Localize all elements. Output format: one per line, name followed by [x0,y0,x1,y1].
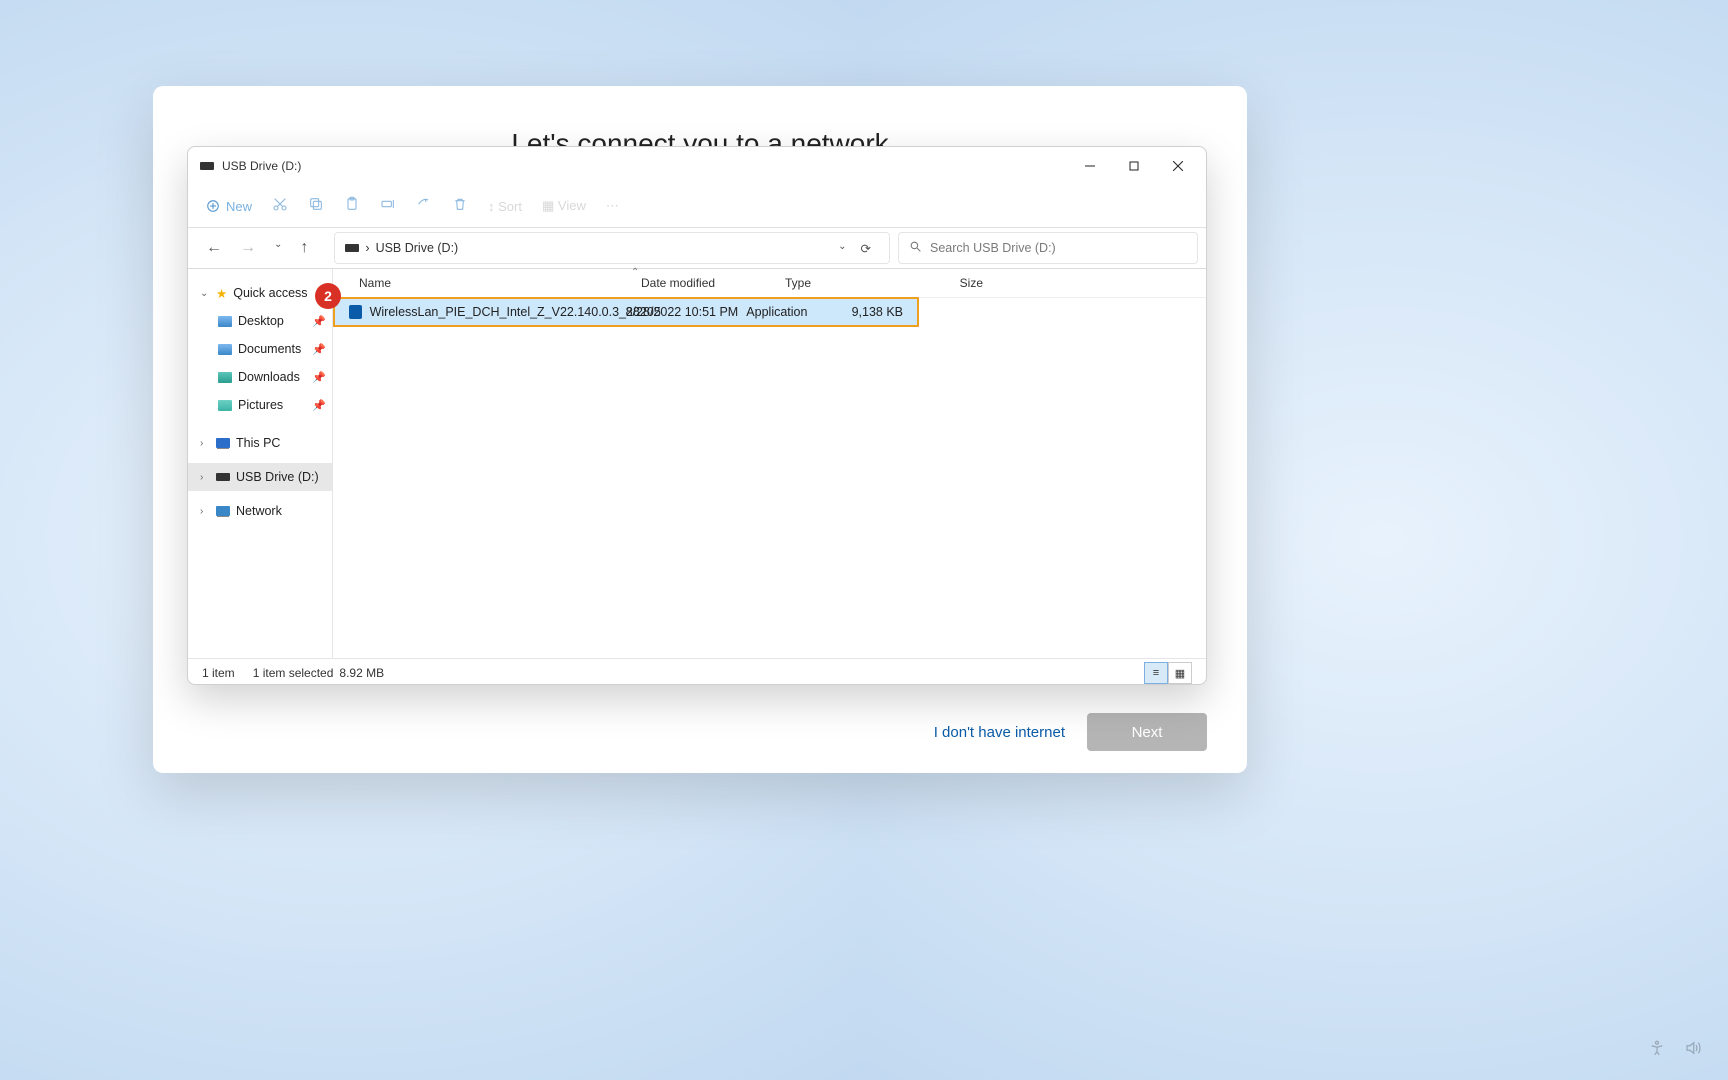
breadcrumb-sep: › [365,241,369,255]
copy-icon[interactable] [308,196,324,217]
volume-icon[interactable] [1684,1039,1702,1062]
system-tray [1648,1039,1702,1062]
maximize-button[interactable] [1112,150,1156,182]
sidebar-item-pictures[interactable]: Pictures📌 [188,391,332,419]
sort-indicator-icon: ⌃ [631,267,639,278]
folder-icon [218,344,232,355]
sidebar-item-quick-access[interactable]: ⌄★Quick access [188,279,332,307]
view-button[interactable]: ▦ View [542,198,586,214]
folder-icon [218,316,232,327]
callout-badge: 2 [315,283,341,309]
file-date: 8/28/2022 10:51 PM [626,305,747,319]
drive-icon [200,162,214,170]
more-icon[interactable]: ⋯ [606,198,619,214]
search-input[interactable]: Search USB Drive (D:) [898,232,1198,264]
file-type: Application [746,305,840,319]
tiles-view-button[interactable]: ▦ [1168,662,1192,684]
recent-dropdown[interactable]: ⌄ [274,239,282,257]
new-label: New [226,199,252,214]
new-button[interactable]: New [206,199,252,214]
oobe-footer: I don't have internet Next [153,713,1247,751]
forward-button[interactable]: → [240,239,256,257]
sidebar-item-documents[interactable]: Documents📌 [188,335,332,363]
drive-icon [345,244,359,252]
pin-icon: 📌 [312,315,326,328]
next-button[interactable]: Next [1087,713,1207,751]
status-selected-count: 1 item selected [253,666,334,680]
status-bar: 1 item 1 item selected 8.92 MB ≡ ▦ [188,658,1206,687]
toolbar: New ↕ Sort ▦ View ⋯ [188,185,1206,228]
breadcrumb-current[interactable]: USB Drive (D:) [376,241,459,255]
close-button[interactable] [1156,150,1200,182]
column-name[interactable]: Name [333,276,631,290]
file-size: 9,138 KB [840,305,917,319]
column-size[interactable]: Size [889,276,997,290]
application-icon [349,305,362,319]
status-item-count: 1 item [202,666,235,680]
no-internet-link[interactable]: I don't have internet [934,724,1065,741]
column-date[interactable]: Date modified [631,276,775,290]
addr-dropdown-icon[interactable]: ⌄ [838,241,846,256]
delete-icon[interactable] [452,196,468,217]
file-explorer-window: USB Drive (D:) New ↕ Sort ▦ View ⋯ ← → ⌄… [187,146,1207,685]
paste-icon[interactable] [344,196,360,217]
pc-icon [216,438,230,448]
share-icon[interactable] [416,196,432,217]
network-icon [216,506,230,516]
sidebar-item-this-pc[interactable]: ›This PC [188,429,332,457]
pin-icon: 📌 [312,371,326,384]
titlebar[interactable]: USB Drive (D:) [188,147,1206,185]
search-placeholder: Search USB Drive (D:) [930,241,1056,255]
drive-icon [216,473,230,481]
pin-icon: 📌 [312,399,326,412]
folder-icon [218,372,232,383]
status-selected-size: 8.92 MB [339,666,384,680]
file-list: Name Date modified Type Size ⌃ 2 Wireles… [333,269,1206,658]
refresh-icon[interactable]: ⟳ [861,241,871,256]
sidebar-item-network[interactable]: ›Network [188,497,332,525]
folder-icon [218,400,232,411]
rename-icon[interactable] [380,196,396,217]
nav-bar: ← → ⌄ ↑ › USB Drive (D:) ⌄ ⟳ Search USB … [188,228,1206,269]
search-icon [909,240,922,256]
pin-icon: 📌 [312,343,326,356]
star-icon: ★ [216,286,227,301]
sort-button[interactable]: ↕ Sort [488,199,522,214]
accessibility-icon[interactable] [1648,1039,1666,1062]
column-headers: Name Date modified Type Size ⌃ [333,269,1206,298]
address-bar[interactable]: › USB Drive (D:) ⌄ ⟳ [334,232,890,264]
up-button[interactable]: ↑ [300,239,308,257]
back-button[interactable]: ← [206,239,222,257]
window-title: USB Drive (D:) [222,159,301,173]
file-name: WirelessLan_PIE_DCH_Intel_Z_V22.140.0.3_… [370,305,626,319]
file-row[interactable]: WirelessLan_PIE_DCH_Intel_Z_V22.140.0.3_… [333,297,919,327]
details-view-button[interactable]: ≡ [1144,662,1168,684]
minimize-button[interactable] [1068,150,1112,182]
sidebar-item-downloads[interactable]: Downloads📌 [188,363,332,391]
sidebar-item-desktop[interactable]: Desktop📌 [188,307,332,335]
sidebar-item-usb-drive[interactable]: ›USB Drive (D:) [188,463,332,491]
sidebar: ⌄★Quick access Desktop📌 Documents📌 Downl… [188,269,333,658]
column-type[interactable]: Type [775,276,889,290]
cut-icon[interactable] [272,196,288,217]
